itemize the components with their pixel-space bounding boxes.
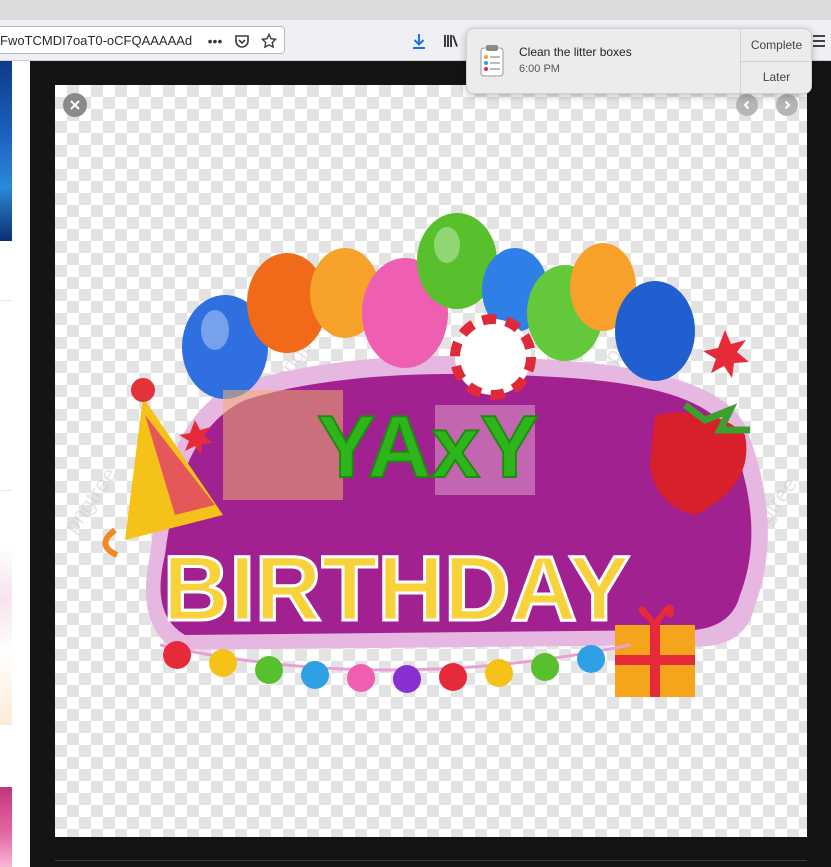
chevron-left-icon[interactable] xyxy=(736,94,758,116)
close-icon[interactable] xyxy=(63,93,87,117)
pocket-icon[interactable] xyxy=(232,31,252,51)
url-bar[interactable]: FwoTCMDI7oaT0-oCFQAAAAAd ••• xyxy=(0,26,285,54)
notification-actions: Complete Later xyxy=(740,29,811,93)
chevron-right-icon[interactable] xyxy=(776,94,798,116)
complete-button[interactable]: Complete xyxy=(741,29,811,62)
image-line2-text: BIRTHDAY xyxy=(163,538,630,640)
birthday-artwork: pngtree pngtree pngtree pngtree pngtree xyxy=(59,213,802,697)
thumbnail-image[interactable] xyxy=(0,545,12,725)
image-line1-text: YAxY xyxy=(317,397,539,496)
library-icon[interactable] xyxy=(440,30,462,52)
thumbnail-image[interactable] xyxy=(0,61,12,241)
url-text[interactable]: FwoTCMDI7oaT0-oCFQAAAAAd xyxy=(0,33,198,48)
reminder-notification[interactable]: Clean the litter boxes 6:00 PM Complete … xyxy=(466,28,812,94)
more-actions-icon[interactable]: ••• xyxy=(205,31,225,51)
preview-image: pngtree pngtree pngtree pngtree pngtree xyxy=(55,85,807,837)
download-icon[interactable] xyxy=(408,30,430,52)
divider xyxy=(0,300,12,301)
browser-title-strip xyxy=(0,0,831,21)
starburst xyxy=(703,330,749,378)
reminders-app-icon xyxy=(479,45,505,77)
bookmark-star-icon[interactable] xyxy=(259,31,279,51)
divider xyxy=(0,490,12,491)
later-button[interactable]: Later xyxy=(741,61,811,93)
watermark-text: pngtree xyxy=(59,462,122,537)
notification-title: Clean the litter boxes xyxy=(519,45,632,59)
thumbnail-image[interactable] xyxy=(0,787,12,867)
notification-time: 6:00 PM xyxy=(519,63,560,75)
divider xyxy=(55,860,807,861)
